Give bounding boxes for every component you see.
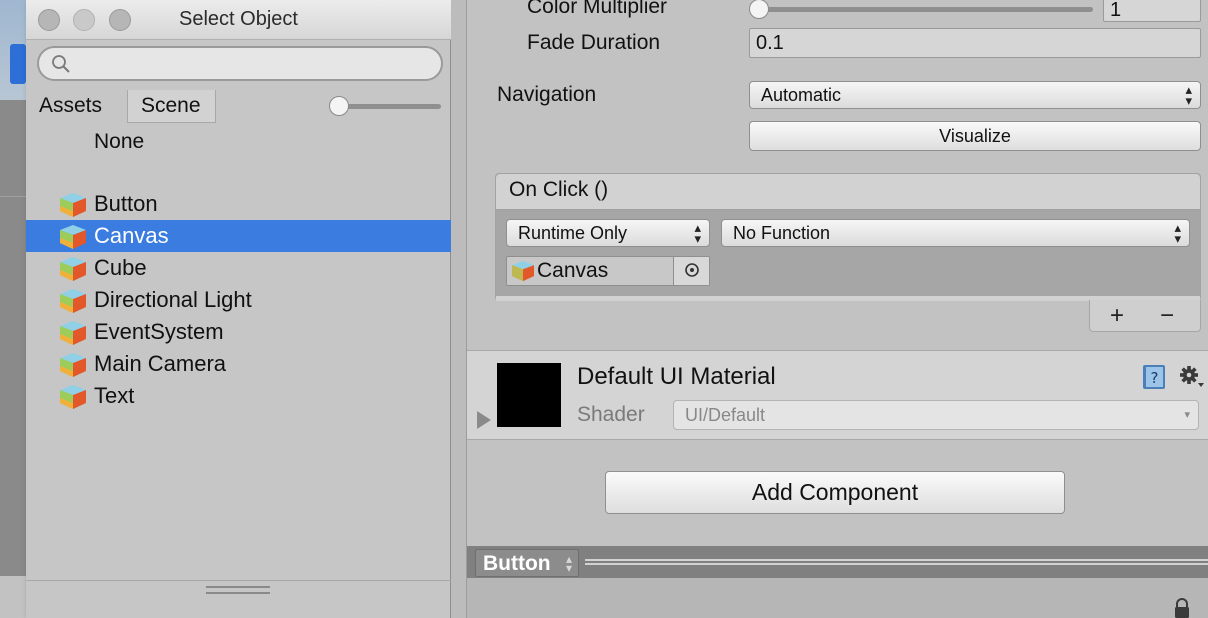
expand-arrow-icon[interactable] [477, 411, 491, 429]
tab-assets[interactable]: Assets [26, 90, 128, 123]
shader-dropdown: UI/Default ▾ [673, 400, 1199, 430]
list-item[interactable]: Canvas [26, 220, 451, 252]
scene-gizmo [10, 44, 26, 84]
resize-grip[interactable] [206, 586, 270, 594]
list-item-label: Cube [94, 255, 147, 280]
fade-duration-label: Fade Duration [527, 31, 661, 54]
divider [26, 580, 451, 581]
object-picker-button[interactable] [673, 257, 709, 285]
gameobject-cube-icon [60, 321, 86, 345]
search-input[interactable] [37, 46, 443, 81]
list-item-label: Button [94, 191, 158, 216]
on-click-event-box: On Click () Runtime Only ▴ ▾ No Function … [495, 173, 1201, 301]
material-name: Default UI Material [577, 363, 776, 390]
dropdown-arrow-icon: ▾ [1184, 409, 1190, 421]
preview-size-slider[interactable] [329, 96, 441, 116]
runtime-mode-value: Runtime Only [518, 223, 628, 243]
add-event-button[interactable]: + [1110, 302, 1124, 330]
navigation-value: Automatic [761, 85, 842, 105]
remove-event-button[interactable]: − [1160, 302, 1174, 330]
gameobject-cube-icon [60, 353, 86, 377]
slider-thumb[interactable] [329, 96, 349, 116]
gameobject-cube-icon [60, 257, 86, 281]
inspector-panel: Color Multiplier 1 Fade Duration 0.1 Nav… [466, 0, 1208, 618]
gameobject-cube-icon [60, 225, 86, 249]
component-tab-button[interactable]: Button ▴ ▾ [475, 549, 579, 577]
visualize-button[interactable]: Visualize [749, 121, 1201, 151]
lock-icon[interactable] [1173, 598, 1191, 618]
list-item-label: Directional Light [94, 287, 252, 312]
component-tab-strip: Button ▴ ▾ [467, 546, 1208, 578]
search-icon [52, 55, 70, 73]
material-preview [497, 363, 561, 427]
navigation-dropdown[interactable]: Automatic ▴ ▾ [749, 81, 1201, 109]
list-item[interactable]: Cube [26, 252, 451, 284]
dropdown-arrows-icon: ▴ ▾ [694, 220, 701, 246]
list-item[interactable]: Directional Light [26, 284, 451, 316]
gear-icon[interactable] [1177, 363, 1205, 391]
shader-label: Shader [577, 403, 645, 426]
status-bottom-area [467, 578, 1208, 618]
list-item[interactable]: Text [26, 380, 451, 412]
tab-scene[interactable]: Scene [128, 90, 216, 123]
component-tab-label: Button [483, 552, 551, 575]
slider-thumb[interactable] [749, 0, 769, 19]
search-text[interactable] [79, 52, 429, 76]
scene-bottom [0, 576, 26, 618]
target-object-field[interactable]: Canvas [506, 256, 710, 286]
select-object-window: Select Object Assets Scene None Button Ca… [26, 0, 451, 618]
gameobject-cube-icon [60, 193, 86, 217]
list-item-label: EventSystem [94, 319, 224, 344]
list-item-none[interactable]: None [94, 130, 144, 154]
window-titlebar[interactable]: Select Object [26, 0, 451, 40]
color-multiplier-label: Color Multiplier [527, 0, 668, 18]
dropdown-arrows-icon: ▴ ▾ [1174, 220, 1181, 246]
gameobject-cube-icon [512, 260, 534, 282]
list-item-label: Text [94, 383, 135, 408]
tab-strip-rule [585, 559, 1208, 565]
gameobject-cube-icon [60, 289, 86, 313]
shader-value: UI/Default [685, 405, 766, 425]
svg-text:?: ? [1151, 369, 1159, 387]
target-object-label: Canvas [537, 259, 609, 282]
window-gap [451, 0, 466, 618]
scene-grid-line [0, 196, 26, 197]
fade-duration-field[interactable]: 0.1 [749, 28, 1201, 58]
help-book-icon[interactable]: ? [1141, 364, 1167, 390]
material-section: Default UI Material Shader UI/Default ▾ … [467, 350, 1208, 440]
window-title: Select Object [179, 8, 298, 30]
scene-view-edge [0, 0, 26, 618]
color-multiplier-slider[interactable] [749, 0, 1093, 19]
target-icon [685, 263, 699, 277]
list-add-remove-bar: + − [1089, 300, 1201, 332]
list-item[interactable]: Main Camera [26, 348, 451, 380]
list-item-label: Main Camera [94, 351, 227, 376]
object-source-tabs: Assets Scene [26, 90, 451, 123]
function-value: No Function [733, 223, 831, 243]
list-item-label: Canvas [94, 223, 169, 248]
color-multiplier-field[interactable]: 1 [1103, 0, 1201, 22]
list-item[interactable]: EventSystem [26, 316, 451, 348]
list-item[interactable]: Button [26, 188, 451, 220]
add-component-button[interactable]: Add Component [605, 471, 1065, 514]
gameobject-cube-icon [60, 385, 86, 409]
function-dropdown[interactable]: No Function ▴ ▾ [721, 219, 1190, 247]
runtime-mode-dropdown[interactable]: Runtime Only ▴ ▾ [506, 219, 710, 247]
dropdown-arrows-icon: ▴ ▾ [565, 552, 572, 575]
dropdown-arrows-icon: ▴ ▾ [1185, 82, 1192, 108]
navigation-label: Navigation [497, 83, 597, 106]
on-click-header: On Click () [496, 174, 1200, 210]
